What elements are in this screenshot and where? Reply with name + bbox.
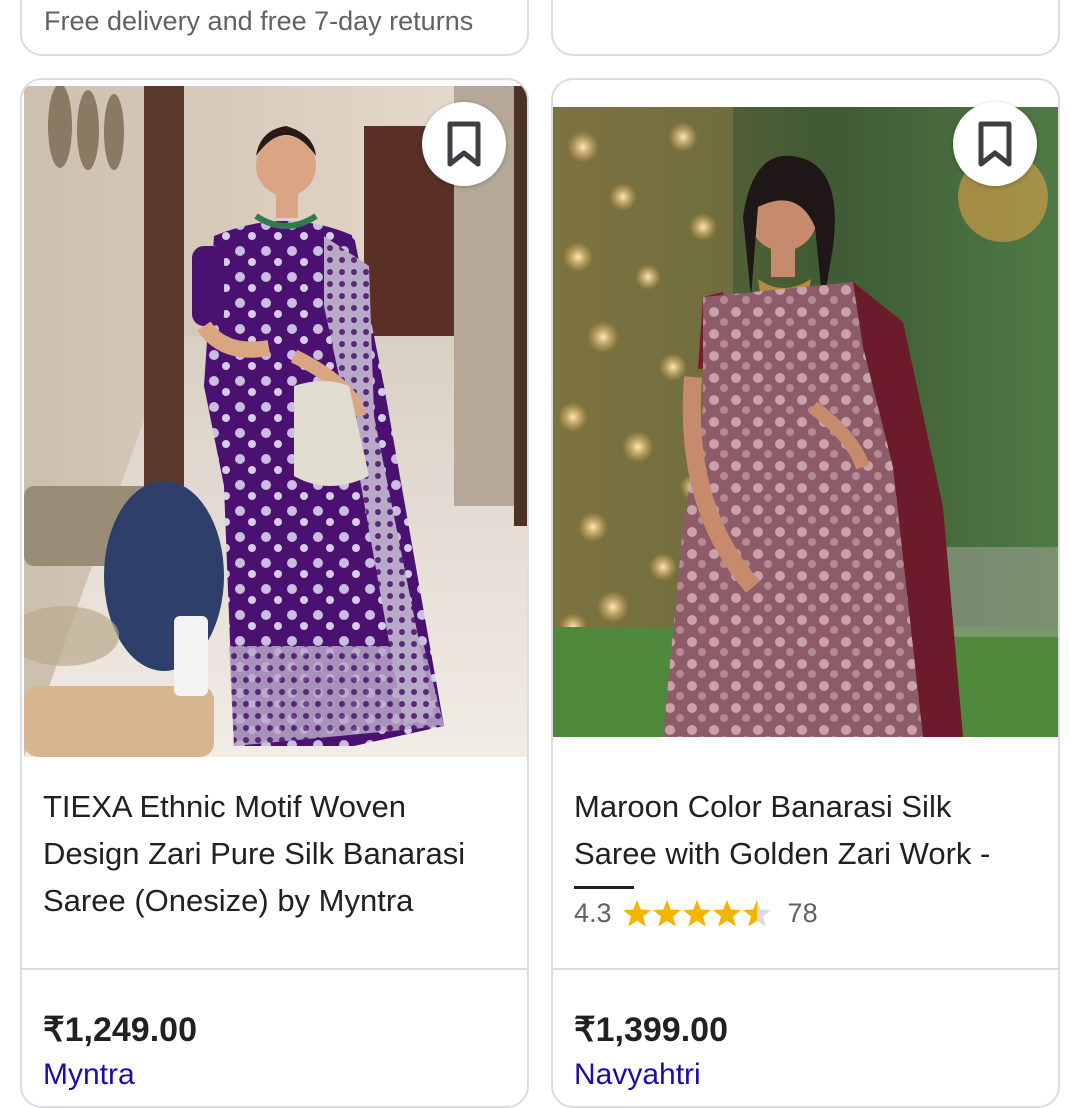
product-price: ₹1,249.00 xyxy=(43,1011,197,1049)
saree-photo-purple xyxy=(24,86,527,757)
rating-value: 4.3 xyxy=(574,898,612,928)
divider xyxy=(553,968,1058,970)
merchant-link[interactable]: Navyahtri xyxy=(574,1058,701,1092)
product-title[interactable]: Maroon Color Banarasi Silk Saree with Go… xyxy=(574,783,1038,877)
product-card-top-left[interactable]: Free delivery and free 7-day returns xyxy=(20,0,529,56)
star-icon xyxy=(622,899,771,926)
bookmark-icon xyxy=(978,121,1012,167)
bookmark-icon xyxy=(447,121,481,167)
save-button[interactable] xyxy=(953,102,1037,186)
review-count: 78 xyxy=(787,898,818,928)
save-button[interactable] xyxy=(422,102,506,186)
rating-row: 4.3 78 xyxy=(574,898,818,929)
merchant-link[interactable]: Myntra xyxy=(43,1058,135,1092)
truncated-text-fragment xyxy=(574,886,634,889)
shipping-info-text: Free delivery and free 7-day returns xyxy=(44,6,474,36)
product-card[interactable]: Maroon Color Banarasi Silk Saree with Go… xyxy=(551,78,1060,1108)
product-price: ₹1,399.00 xyxy=(574,1011,728,1049)
rating-stars xyxy=(622,899,774,929)
saree-photo-maroon xyxy=(553,107,1058,737)
product-image[interactable] xyxy=(553,107,1058,737)
product-title[interactable]: TIEXA Ethnic Motif Woven Design Zari Pur… xyxy=(43,783,507,924)
product-card[interactable]: TIEXA Ethnic Motif Woven Design Zari Pur… xyxy=(20,78,529,1108)
product-image[interactable] xyxy=(24,86,527,757)
divider xyxy=(22,968,527,970)
product-card-top-right[interactable] xyxy=(551,0,1060,56)
